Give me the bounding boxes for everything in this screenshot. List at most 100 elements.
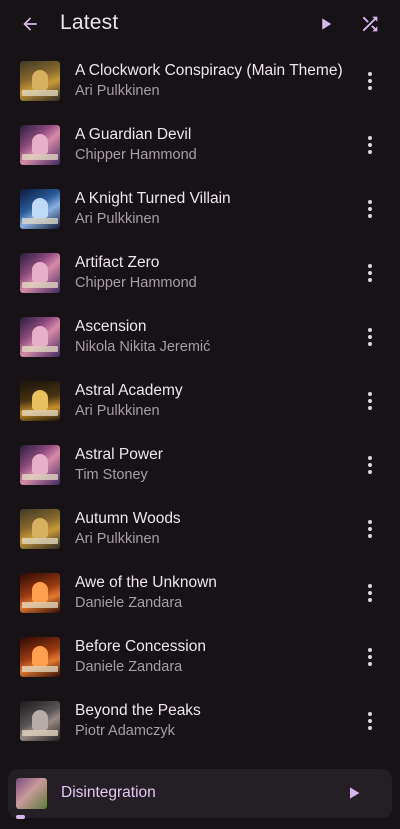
song-row[interactable]: A Guardian Devil Chipper Hammond <box>0 113 400 177</box>
song-title: Before Concession <box>75 638 206 655</box>
more-options-button[interactable] <box>358 261 382 285</box>
album-art-label <box>22 410 58 416</box>
album-art-figure <box>32 390 48 410</box>
album-art <box>20 637 60 677</box>
song-row[interactable]: Artifact Zero Chipper Hammond <box>0 241 400 305</box>
album-art-label <box>22 218 58 224</box>
song-title: Artifact Zero <box>75 254 160 271</box>
more-vert-icon <box>368 712 372 716</box>
song-row[interactable]: Beyond the Peaks Piotr Adamczyk <box>0 689 400 753</box>
album-art-label <box>22 282 58 288</box>
song-row[interactable]: Astral Academy Ari Pulkkinen <box>0 369 400 433</box>
album-art-figure <box>32 262 48 282</box>
back-button[interactable] <box>18 12 42 36</box>
album-art-figure <box>32 70 48 90</box>
page-title: Latest <box>60 11 119 34</box>
song-title: Awe of the Unknown <box>75 574 217 591</box>
song-title: Autumn Woods <box>75 510 181 527</box>
album-art <box>20 381 60 421</box>
more-vert-icon <box>368 392 372 396</box>
more-vert-icon <box>368 584 372 588</box>
song-row[interactable]: Ascension Nikola Nikita Jeremić <box>0 305 400 369</box>
song-row[interactable]: Awe of the Unknown Daniele Zandara <box>0 561 400 625</box>
song-artist: Chipper Hammond <box>75 275 197 291</box>
song-title: Ascension <box>75 318 147 335</box>
song-row[interactable]: A Knight Turned Villain Ari Pulkkinen <box>0 177 400 241</box>
more-options-button[interactable] <box>358 453 382 477</box>
song-artist: Piotr Adamczyk <box>75 723 175 739</box>
song-row[interactable]: Before Concession Daniele Zandara <box>0 625 400 689</box>
more-vert-icon <box>368 328 372 332</box>
album-art-figure <box>32 646 48 666</box>
more-options-button[interactable] <box>358 709 382 733</box>
more-options-button[interactable] <box>358 645 382 669</box>
album-art-figure <box>32 582 48 602</box>
song-title: A Clockwork Conspiracy (Main Theme) <box>75 62 343 79</box>
play-icon <box>350 787 360 799</box>
more-options-button[interactable] <box>358 581 382 605</box>
album-art-label <box>22 538 58 544</box>
album-art-figure <box>32 454 48 474</box>
more-vert-icon <box>368 264 372 268</box>
more-options-button[interactable] <box>358 69 382 93</box>
song-title: A Knight Turned Villain <box>75 190 231 207</box>
album-art <box>20 189 60 229</box>
more-options-button[interactable] <box>358 197 382 221</box>
more-vert-icon <box>368 72 372 76</box>
more-vert-icon <box>368 136 372 140</box>
song-title: Beyond the Peaks <box>75 702 201 719</box>
album-art-label <box>22 90 58 96</box>
album-art-figure <box>32 134 48 154</box>
album-art-label <box>22 154 58 160</box>
song-artist: Daniele Zandara <box>75 659 183 675</box>
more-options-button[interactable] <box>358 325 382 349</box>
song-artist: Ari Pulkkinen <box>75 531 160 547</box>
song-artist: Chipper Hammond <box>75 147 197 163</box>
album-art-label <box>22 474 58 480</box>
album-art <box>20 573 60 613</box>
album-art-label <box>22 666 58 672</box>
song-row[interactable]: Autumn Woods Ari Pulkkinen <box>0 497 400 561</box>
mini-player[interactable]: Disintegration <box>8 769 392 818</box>
song-title: Astral Power <box>75 446 163 463</box>
album-art-figure <box>32 198 48 218</box>
album-art-figure <box>32 326 48 346</box>
album-art <box>20 317 60 357</box>
album-art-label <box>22 730 58 736</box>
shuffle-icon <box>362 16 378 32</box>
album-art <box>20 253 60 293</box>
album-art <box>20 509 60 549</box>
song-row[interactable]: Astral Power Tim Stoney <box>0 433 400 497</box>
play-all-button[interactable] <box>314 12 338 36</box>
playback-progress-bar <box>16 815 25 819</box>
song-title: A Guardian Devil <box>75 126 192 143</box>
more-options-button[interactable] <box>358 517 382 541</box>
more-vert-icon <box>368 520 372 524</box>
album-art <box>20 61 60 101</box>
album-art <box>20 701 60 741</box>
shuffle-button[interactable] <box>358 12 382 36</box>
album-art-label <box>22 602 58 608</box>
song-title: Astral Academy <box>75 382 183 399</box>
more-vert-icon <box>368 456 372 460</box>
song-artist: Nikola Nikita Jeremić <box>75 339 211 355</box>
song-row[interactable]: A Clockwork Conspiracy (Main Theme) Ari P… <box>0 49 400 113</box>
top-app-bar: Latest <box>0 0 400 48</box>
more-vert-icon <box>368 648 372 652</box>
song-artist: Daniele Zandara <box>75 595 183 611</box>
album-art-figure <box>32 518 48 538</box>
mini-player-play-button[interactable] <box>342 781 366 805</box>
arrow-back-icon <box>23 17 37 31</box>
song-artist: Ari Pulkkinen <box>75 83 160 99</box>
more-options-button[interactable] <box>358 389 382 413</box>
album-art <box>20 125 60 165</box>
more-vert-icon <box>368 200 372 204</box>
more-options-button[interactable] <box>358 133 382 157</box>
play-icon <box>322 18 332 30</box>
album-art-figure <box>32 710 48 730</box>
now-playing-title: Disintegration <box>61 784 156 801</box>
album-art <box>20 445 60 485</box>
song-list: A Clockwork Conspiracy (Main Theme) Ari P… <box>0 49 400 753</box>
song-artist: Tim Stoney <box>75 467 148 483</box>
song-artist: Ari Pulkkinen <box>75 211 160 227</box>
